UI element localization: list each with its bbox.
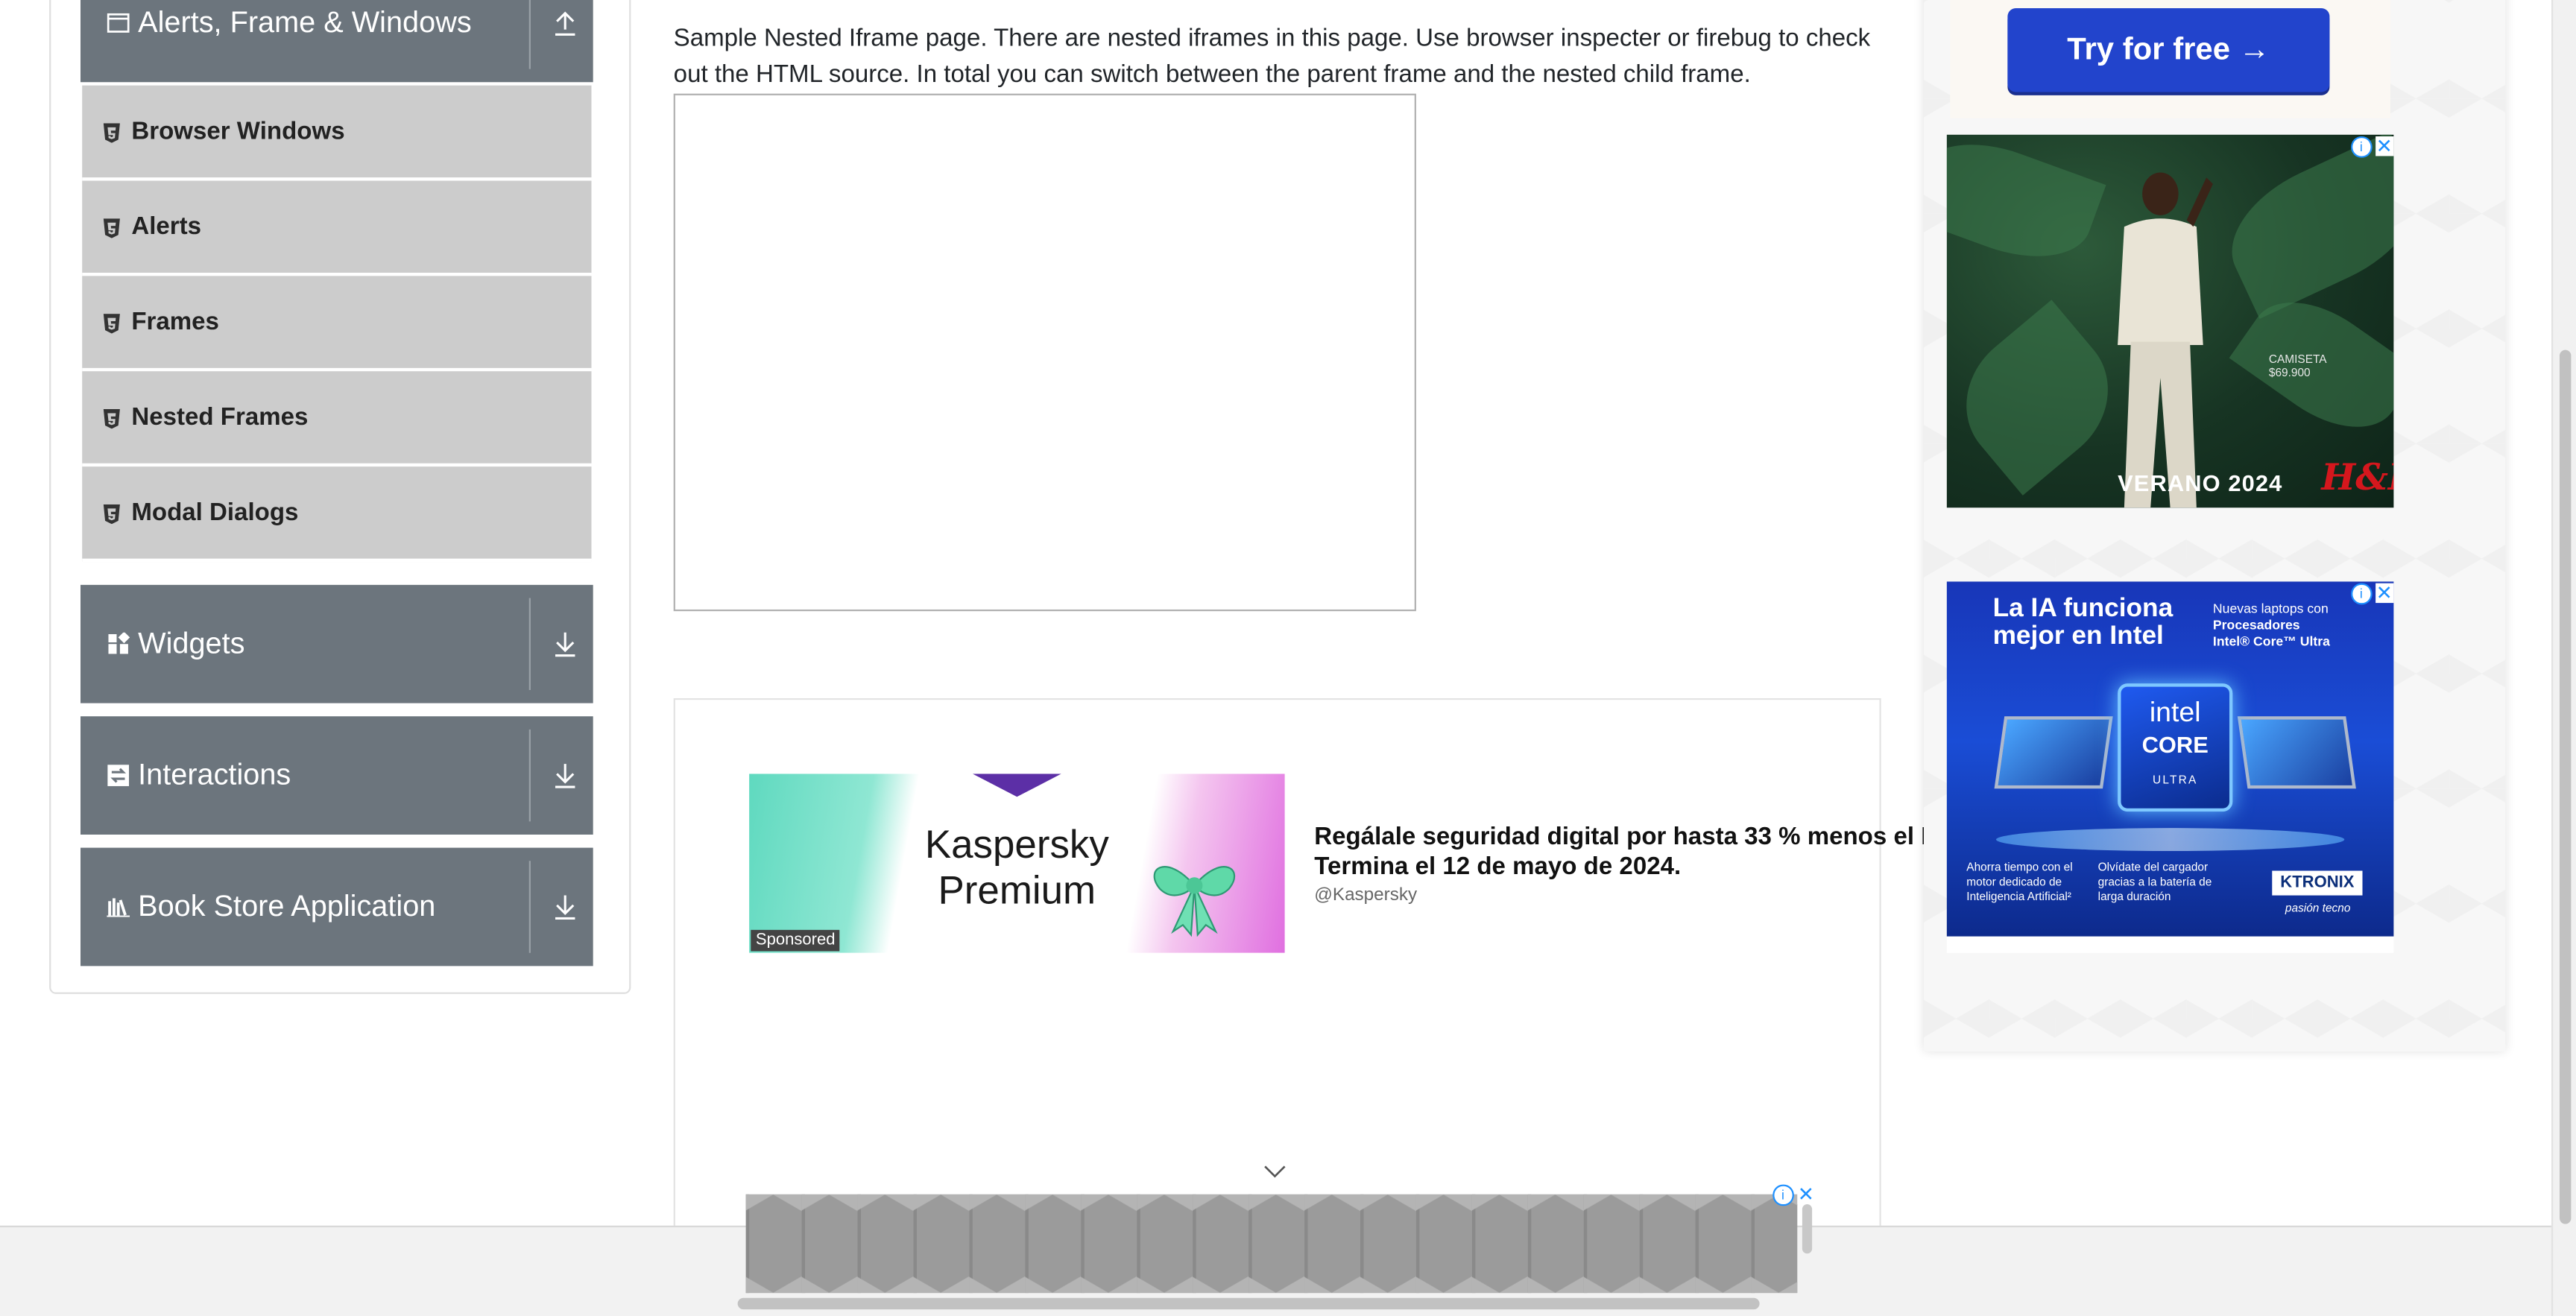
sidebar-item-frames[interactable]: Frames: [82, 276, 592, 372]
collapse-up-icon[interactable]: [550, 8, 580, 38]
parent-iframe[interactable]: [673, 93, 1416, 612]
hm-price: $69.900: [2268, 367, 2311, 380]
group-interactions[interactable]: Interactions: [80, 716, 593, 835]
adchoices-hm[interactable]: i ✕: [2351, 135, 2394, 158]
html5-icon: [102, 408, 121, 429]
group-widgets[interactable]: Widgets: [80, 584, 593, 703]
chevron-down-icon[interactable]: [1263, 1158, 1287, 1178]
group-label: Book Store Application: [138, 889, 436, 923]
sidebar-item-label: Browser Windows: [131, 117, 345, 146]
intel-sub-3: Intel® Core™ Ultra: [2212, 634, 2330, 649]
leaf-shape: [2211, 134, 2394, 319]
intel-headline-1: La IA funciona: [1992, 595, 2174, 623]
group-alerts-frame-windows[interactable]: Alerts, Frame & Windows: [80, 0, 593, 83]
intel-chip-tier: ULTRA: [2152, 775, 2198, 788]
intel-chip-core: CORE: [2141, 731, 2209, 758]
html5-icon: [102, 312, 121, 334]
sponsored-headline[interactable]: Regálale seguridad digital por hasta 33 …: [1314, 823, 1925, 882]
headline-line-1: Regálale seguridad digital por hasta 33 …: [1314, 823, 1926, 852]
retailer-logo: KTRONIX: [2272, 870, 2363, 896]
adchoices-intel[interactable]: i ✕: [2351, 581, 2394, 604]
window-icon: [107, 11, 130, 34]
bottom-ad-scrollbar-horizontal[interactable]: [737, 1297, 1760, 1310]
sidebar-item-browser-windows[interactable]: Browser Windows: [82, 85, 592, 181]
html5-icon: [102, 217, 121, 238]
laptop-image: [2237, 716, 2356, 789]
gift-bow-icon: [1137, 840, 1251, 938]
page-scrollbar-thumb[interactable]: [2559, 349, 2572, 1224]
html5-icon: [102, 503, 121, 525]
intel-ad-footer: [1946, 936, 2394, 953]
brand-line-2: Premium: [938, 869, 1096, 914]
sponsored-tag: Sponsored: [751, 929, 841, 952]
sidebar-item-nested-frames[interactable]: Nested Frames: [82, 371, 592, 467]
close-icon[interactable]: ✕: [1796, 1184, 1816, 1205]
close-icon[interactable]: ✕: [2375, 136, 2394, 156]
intel-sub-1: Nuevas laptops con: [2212, 601, 2329, 616]
interactions-icon: [107, 764, 130, 787]
hm-ad-banner[interactable]: CAMISETA $69.900 VERANO 2024 H&M: [1946, 134, 2394, 508]
group-divider: [528, 729, 531, 822]
intel-headline: La IA funciona mejor en Intel: [1993, 595, 2174, 651]
try-for-free-button[interactable]: Try for free →: [2007, 8, 2330, 92]
leaf-shape: [1946, 134, 2106, 278]
brand-line-1: Kaspersky: [924, 823, 1109, 868]
intel-bullet-1: Ahorra tiempo con el motor dedicado de I…: [1966, 862, 2073, 904]
laptop-image: [1994, 716, 2113, 789]
close-icon[interactable]: ✕: [2375, 583, 2394, 604]
adchoices-info-icon[interactable]: i: [1772, 1183, 1793, 1206]
retailer-slogan: pasión tecno: [2285, 903, 2351, 916]
adchoices-info-icon[interactable]: i: [2351, 135, 2372, 157]
adchoices-bottom[interactable]: i ✕: [1772, 1183, 1816, 1206]
widgets-icon: [107, 632, 130, 656]
expand-down-icon[interactable]: [550, 761, 580, 791]
adchoices-info-icon[interactable]: i: [2351, 582, 2372, 604]
sidebar-item-label: Alerts: [131, 212, 202, 241]
hm-logo: H&M: [2321, 456, 2393, 500]
intel-core-badge: intel CORE ULTRA: [2118, 683, 2233, 812]
intel-chip-brand: intel: [2149, 696, 2201, 728]
page-root: Alerts, Frame & Windows Browser Windows …: [0, 0, 2576, 1316]
expand-down-icon[interactable]: [550, 892, 580, 922]
intel-headline-2: mejor en Intel: [1992, 622, 2164, 651]
hm-item: CAMISETA: [2268, 355, 2327, 367]
sponsored-ad-image[interactable]: Kaspersky Premium Sponsored: [749, 774, 1285, 953]
bottom-ad-scrollbar-vertical[interactable]: [1802, 1204, 1813, 1254]
group-label: Widgets: [138, 627, 245, 660]
sponsored-brand: Kaspersky Premium: [897, 823, 1137, 915]
page-scrollbar[interactable]: [2551, 0, 2576, 1316]
sidebar-item-modal-dialogs[interactable]: Modal Dialogs: [82, 466, 592, 563]
chevron-shape: [972, 774, 1061, 797]
intel-bullet-2: Olvídate del cargador gracias a la bater…: [2097, 862, 2212, 904]
sidebar-item-alerts[interactable]: Alerts: [82, 180, 592, 276]
intro-text: Sample Nested Iframe page. There are nes…: [673, 25, 1871, 89]
sidebar-item-label: Frames: [131, 308, 219, 336]
platform-glow: [1995, 828, 2345, 852]
sidebar-item-label: Nested Frames: [131, 403, 309, 431]
sponsored-ad[interactable]: Kaspersky Premium Sponsored Regálale seg…: [749, 774, 1925, 953]
bottom-ad-frame[interactable]: [745, 1194, 1798, 1294]
intel-ad-banner[interactable]: La IA funciona mejor en Intel Nuevas lap…: [1946, 581, 2394, 937]
group-divider: [528, 598, 531, 690]
group-label: Alerts, Frame & Windows: [138, 5, 472, 39]
books-icon: [107, 896, 130, 919]
expand-down-icon[interactable]: [550, 629, 580, 659]
model-figure: [2098, 164, 2220, 508]
intel-sub-2: Procesadores: [2212, 617, 2300, 633]
group-book-store-application[interactable]: Book Store Application: [80, 847, 593, 967]
html5-icon: [102, 121, 121, 143]
sidebar-item-label: Modal Dialogs: [131, 499, 299, 527]
group-divider: [528, 0, 531, 69]
hm-campaign: VERANO 2024: [2118, 469, 2283, 496]
hm-price-tag: CAMISETA $69.900: [2269, 355, 2327, 381]
intel-subhead: Nuevas laptops con Procesadores Intel® C…: [2213, 601, 2330, 651]
group-label: Interactions: [138, 758, 291, 791]
headline-line-2: Termina el 12 de mayo de 2024.: [1314, 852, 1682, 881]
sponsored-handle[interactable]: @Kaspersky: [1314, 885, 1417, 905]
group-divider: [528, 861, 531, 953]
